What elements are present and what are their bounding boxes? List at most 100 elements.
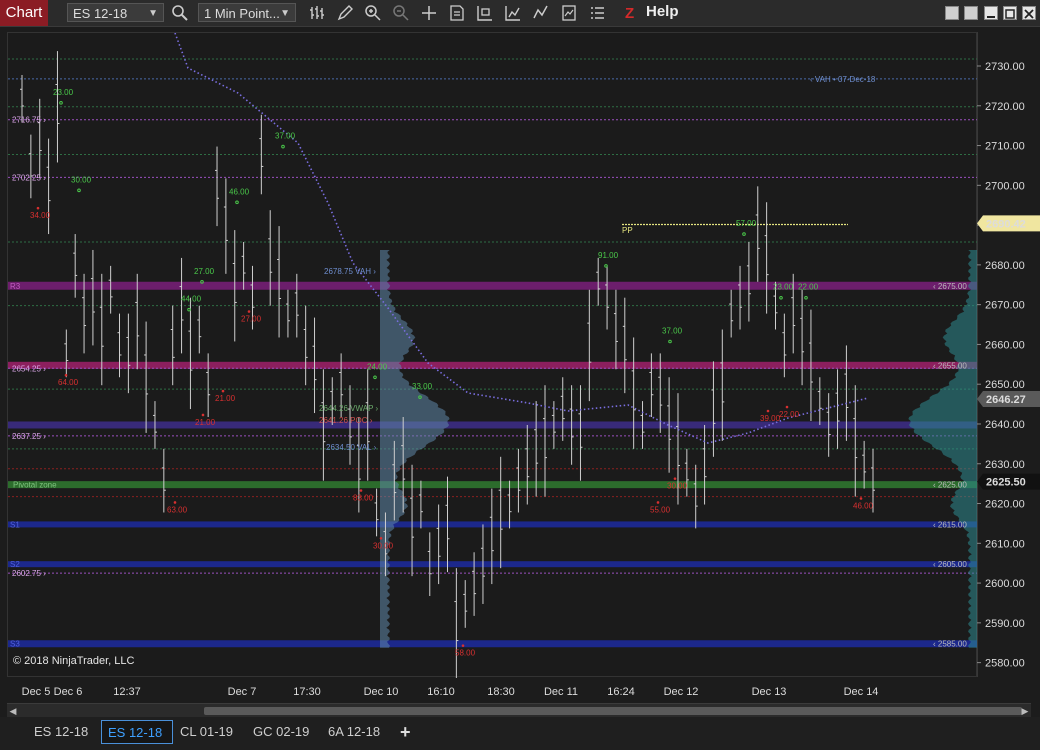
swing-low-label: 30.00	[667, 482, 688, 491]
left-level-label: 2702.25 ›	[12, 173, 46, 182]
time-axis-label: 17:30	[293, 686, 321, 698]
chart-properties-icon[interactable]	[475, 3, 495, 23]
interval-selector[interactable]: 1 Min Point... ▼	[198, 3, 296, 22]
price-tick-label: 2680.00	[985, 260, 1025, 272]
window-option-button[interactable]	[945, 6, 959, 20]
time-axis-label: 12:37	[113, 686, 141, 698]
r3-label: R3	[10, 282, 21, 291]
swing-low-marker	[766, 409, 770, 413]
templates-icon[interactable]	[559, 3, 579, 23]
swing-high-marker	[187, 307, 191, 312]
price-tick-label: 2640.00	[985, 419, 1025, 431]
swing-low-label: 30.00	[373, 541, 394, 550]
swing-low-marker	[859, 497, 863, 500]
swing-high-marker	[804, 295, 808, 300]
swing-low-marker	[785, 405, 789, 409]
swing-high-marker	[281, 144, 285, 149]
swing-low-marker	[656, 501, 660, 504]
scroll-right-icon[interactable]: ▶	[1019, 704, 1031, 718]
s1-label: S1	[10, 520, 20, 529]
pivot-band	[8, 421, 978, 429]
time-axis-label: 18:30	[487, 686, 515, 698]
chart-panel[interactable]: Pivotal zone R3 S1 S2 S3 ‹ VAH • 07-Dec-18 PP 2…	[7, 32, 978, 680]
tab-es-12-18-active[interactable]: ES 12-18	[101, 720, 173, 744]
strategies-icon[interactable]	[503, 3, 523, 23]
swing-low-marker	[36, 206, 40, 210]
svg-text:Z: Z	[625, 5, 634, 22]
tab-gc-02-19[interactable]: GC 02-19	[247, 720, 315, 744]
interval-value: 1 Min Point...	[204, 6, 280, 21]
minimize-icon	[987, 16, 995, 18]
price-tick-label: 2600.00	[985, 578, 1025, 590]
crosshair-icon[interactable]	[419, 3, 439, 23]
maximize-button[interactable]	[1003, 6, 1017, 20]
time-axis-label: Dec 12	[663, 686, 699, 698]
close-button[interactable]	[1022, 6, 1036, 20]
add-tab-button[interactable]: +	[394, 720, 417, 744]
swing-low-marker	[64, 373, 68, 377]
right-level-label: ‹ 2655.00	[933, 361, 967, 370]
horizontal-scrollbar[interactable]: ◀ ▶	[7, 703, 1031, 718]
swing-low-label: 34.00	[30, 211, 51, 220]
zoom-out-icon[interactable]	[391, 3, 411, 23]
draw-pencil-icon[interactable]	[335, 3, 355, 23]
pp-label: PP	[622, 226, 633, 235]
swing-high-marker	[779, 295, 783, 300]
swing-high-marker	[77, 188, 81, 193]
swing-high-label: 22.00	[798, 283, 819, 292]
zoom-in-icon[interactable]	[363, 3, 383, 23]
support-2-band	[8, 561, 978, 568]
swing-low-label: 21.00	[195, 418, 216, 427]
chevron-down-icon: ▼	[280, 8, 290, 19]
swing-high-marker	[235, 200, 239, 205]
swing-low-marker	[173, 501, 177, 504]
tab-es-12-18[interactable]: ES 12-18	[28, 720, 94, 744]
swing-high-label: 91.00	[598, 251, 619, 260]
window-option-button[interactable]	[964, 6, 978, 20]
price-tick-label: 2710.00	[985, 141, 1025, 153]
swing-high-label: 30.00	[71, 175, 92, 184]
swing-high-label: 23.00	[53, 88, 74, 97]
time-axis-label: Dec 11	[543, 686, 579, 698]
price-tick-label: 2650.00	[985, 379, 1025, 391]
tab-cl-01-19[interactable]: CL 01-19	[174, 720, 239, 744]
scroll-left-icon[interactable]: ◀	[7, 704, 19, 718]
instrument-selector[interactable]: ES 12-18 ▼	[67, 3, 164, 22]
bar-type-icon[interactable]	[307, 3, 327, 23]
swing-low-label: 22.00	[779, 410, 800, 419]
help-menu[interactable]: Help	[646, 3, 679, 20]
pivotal-zone-label: Pivotal zone	[13, 481, 57, 490]
swing-high-marker	[604, 264, 608, 268]
swing-low-label: 46.00	[853, 502, 874, 511]
list-icon[interactable]	[587, 3, 607, 23]
indicators-icon[interactable]	[531, 3, 551, 23]
search-icon[interactable]	[170, 3, 190, 23]
price-tick-label: 2660.00	[985, 339, 1025, 351]
current-price-label: 2646.27	[986, 394, 1026, 406]
swing-high-marker	[373, 375, 377, 380]
pp-price-label: 2690.42	[986, 218, 1026, 230]
swing-high-marker	[742, 232, 746, 236]
swing-low-label: 83.00	[353, 494, 374, 503]
right-level-label: ‹ 2625.00	[933, 481, 967, 490]
right-level-label: ‹ 2675.00	[933, 282, 967, 291]
time-axis-label: Dec 7	[227, 686, 257, 698]
data-box-icon[interactable]	[447, 3, 467, 23]
support-3-band	[8, 640, 978, 648]
time-axis[interactable]: Dec 5 Dec 6 12:37 Dec 7 17:30 Dec 10 16:10 18:3…	[0, 677, 977, 703]
price-chart[interactable]: Pivotal zone R3 S1 S2 S3 ‹ VAH • 07-Dec-18 PP 2…	[8, 32, 978, 680]
swing-high-marker	[668, 339, 672, 344]
profile-vah-label: 2678.75 VAH ›	[324, 267, 376, 276]
resistance-3-band	[8, 281, 978, 290]
minimize-button[interactable]	[984, 6, 998, 20]
tab-6a-12-18[interactable]: 6A 12-18	[322, 720, 386, 744]
price-tick-label: 2610.00	[985, 538, 1025, 550]
swing-high-label: 27.00	[194, 267, 215, 276]
price-axis[interactable]: 2730.002720.002710.002700.002690.002680.…	[976, 32, 1040, 677]
scroll-thumb[interactable]	[204, 707, 1022, 715]
z-order-icon[interactable]: Z	[621, 3, 641, 23]
price-tick-label: 2590.00	[985, 618, 1025, 630]
swing-low-label: 63.00	[167, 505, 188, 514]
s3-label: S3	[10, 640, 20, 649]
profile-val-label: 2634.50 VAL ›	[326, 443, 377, 452]
